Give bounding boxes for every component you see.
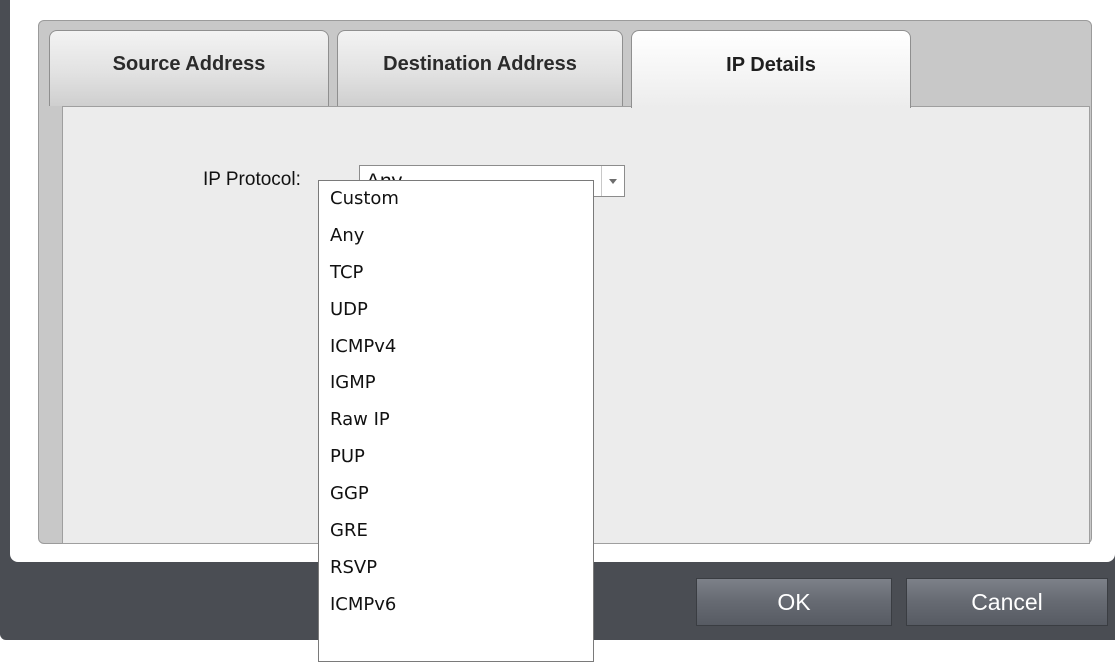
chevron-down-icon[interactable]: [601, 166, 624, 196]
cancel-button[interactable]: Cancel: [906, 578, 1108, 626]
tab-source-address[interactable]: Source Address: [49, 30, 329, 106]
ok-button[interactable]: OK: [696, 578, 892, 626]
dropdown-option[interactable]: GRE: [319, 513, 593, 550]
dropdown-option[interactable]: UDP: [319, 292, 593, 329]
dropdown-option[interactable]: GGP: [319, 476, 593, 513]
dropdown-option[interactable]: RSVP: [319, 550, 593, 587]
dropdown-option[interactable]: PUP: [319, 439, 593, 476]
dropdown-option[interactable]: IGMP: [319, 365, 593, 402]
dropdown-option[interactable]: ICMPv6: [319, 587, 593, 624]
tab-ip-details[interactable]: IP Details: [631, 30, 911, 108]
tab-label: Destination Address: [383, 53, 577, 75]
dropdown-option[interactable]: Any: [319, 218, 593, 255]
dropdown-option[interactable]: ICMPv4: [319, 329, 593, 366]
tab-label: Source Address: [112, 53, 266, 75]
ip-protocol-label: IP Protocol:: [203, 169, 301, 190]
dropdown-option[interactable]: Custom: [319, 181, 593, 218]
tab-destination-address[interactable]: Destination Address: [337, 30, 623, 106]
tab-label: IP Details: [726, 54, 816, 76]
ip-protocol-dropdown-list: Custom Any TCP UDP ICMPv4 IGMP Raw IP PU…: [318, 180, 594, 662]
dropdown-option[interactable]: TCP: [319, 255, 593, 292]
dropdown-option[interactable]: Raw IP: [319, 402, 593, 439]
